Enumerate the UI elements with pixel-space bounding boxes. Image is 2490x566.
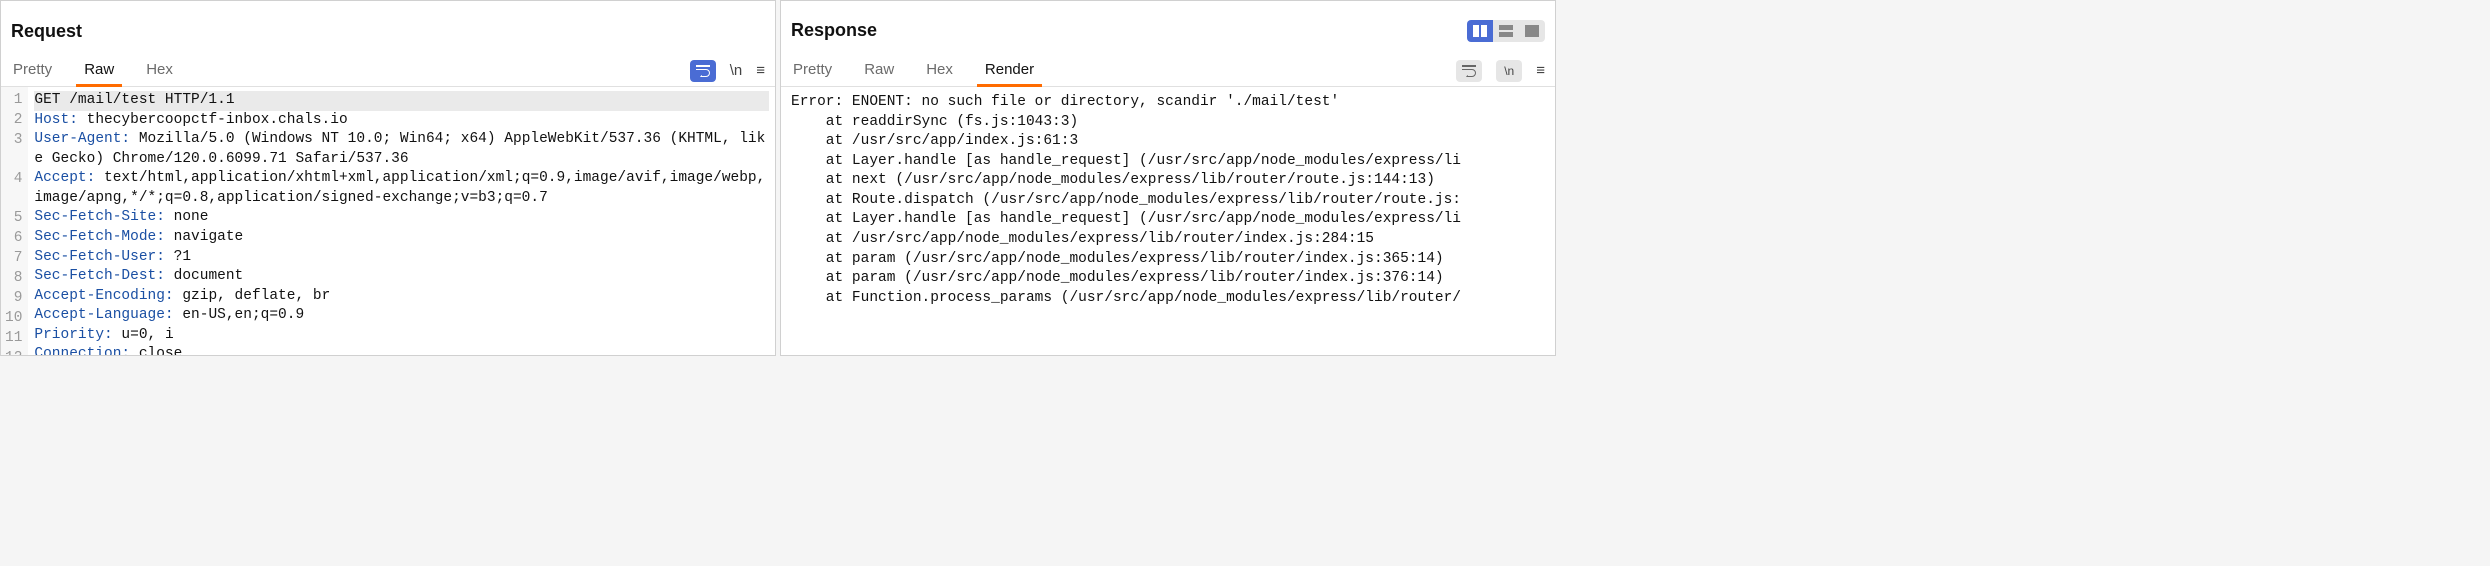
line-number: 9 xyxy=(5,289,22,309)
header-value: Mozilla/5.0 (Windows NT 10.0; Win64; x64… xyxy=(34,131,765,167)
layout-columns-button[interactable] xyxy=(1467,20,1493,42)
response-header: Response xyxy=(781,1,1555,55)
layout-rows-button[interactable] xyxy=(1493,20,1519,42)
request-pane: Request Pretty Raw Hex \n ≡ 123456789101… xyxy=(0,0,776,356)
newline-icon: \n xyxy=(1504,64,1514,78)
response-layout-controls xyxy=(1467,20,1545,42)
tab-raw[interactable]: Raw xyxy=(82,55,116,86)
request-menu-button[interactable]: ≡ xyxy=(756,62,765,79)
response-tab-list: Pretty Raw Hex Render xyxy=(791,55,1036,86)
tab-pretty[interactable]: Pretty xyxy=(11,55,54,86)
header-value: GET /mail/test HTTP/1.1 xyxy=(34,92,234,108)
request-tabs: Pretty Raw Hex \n ≡ xyxy=(1,55,775,87)
single-icon xyxy=(1525,25,1539,37)
header-key: Sec-Fetch-User: xyxy=(34,249,165,265)
line-number: 8 xyxy=(5,269,22,289)
header-key: Accept-Language: xyxy=(34,307,173,323)
code-line[interactable]: Sec-Fetch-Mode: navigate xyxy=(34,228,769,248)
response-title: Response xyxy=(791,20,877,41)
code-line[interactable]: Priority: u=0, i xyxy=(34,326,769,346)
tab-pretty-resp[interactable]: Pretty xyxy=(791,55,834,86)
code-line[interactable]: Sec-Fetch-User: ?1 xyxy=(34,248,769,268)
line-number: 7 xyxy=(5,249,22,269)
response-body[interactable]: Error: ENOENT: no such file or directory… xyxy=(781,87,1555,355)
tab-hex[interactable]: Hex xyxy=(144,55,175,86)
header-key: Sec-Fetch-Mode: xyxy=(34,229,165,245)
code-line[interactable]: User-Agent: Mozilla/5.0 (Windows NT 10.0… xyxy=(34,130,769,169)
header-key: Accept-Encoding: xyxy=(34,288,173,304)
response-newline-button[interactable]: \n xyxy=(1496,60,1522,82)
header-value: en-US,en;q=0.9 xyxy=(174,307,305,323)
columns-icon xyxy=(1473,25,1487,37)
line-number: 2 xyxy=(5,111,22,131)
line-number: 10 xyxy=(5,309,22,329)
line-number: 1 xyxy=(5,91,22,111)
code-line[interactable]: Sec-Fetch-Dest: document xyxy=(34,267,769,287)
request-title: Request xyxy=(11,21,82,42)
line-number: 6 xyxy=(5,229,22,249)
code-line[interactable]: Host: thecybercoopctf-inbox.chals.io xyxy=(34,111,769,131)
request-gutter: 12345678910111213 xyxy=(1,87,28,355)
tab-raw-resp[interactable]: Raw xyxy=(862,55,896,86)
code-line[interactable]: Connection: close xyxy=(34,345,769,355)
layout-single-button[interactable] xyxy=(1519,20,1545,42)
line-number: 11 xyxy=(5,329,22,349)
response-tabs: Pretty Raw Hex Render \n ≡ xyxy=(781,55,1555,87)
header-value: thecybercoopctf-inbox.chals.io xyxy=(78,112,348,128)
layout-toggle xyxy=(1467,20,1545,42)
code-line[interactable]: Accept-Language: en-US,en;q=0.9 xyxy=(34,306,769,326)
response-pane: Response Pretty Raw Hex xyxy=(780,0,1556,356)
header-value: gzip, deflate, br xyxy=(174,288,331,304)
wrap-icon xyxy=(1462,65,1476,77)
header-value: navigate xyxy=(165,229,243,245)
wrap-icon xyxy=(696,65,710,77)
line-number: 12 xyxy=(5,349,22,355)
request-code[interactable]: GET /mail/test HTTP/1.1 Host: thecybercoo… xyxy=(28,87,775,355)
line-number: 5 xyxy=(5,209,22,229)
request-header: Request xyxy=(1,1,775,55)
header-value: none xyxy=(165,209,209,225)
response-menu-button[interactable]: ≡ xyxy=(1536,62,1545,79)
header-key: Connection: xyxy=(34,346,130,355)
header-value: ?1 xyxy=(165,249,191,265)
tab-hex-resp[interactable]: Hex xyxy=(924,55,955,86)
wrap-lines-button[interactable] xyxy=(690,60,716,82)
line-number: 4 xyxy=(5,170,22,209)
header-key: User-Agent: xyxy=(34,131,130,147)
code-line[interactable]: GET /mail/test HTTP/1.1 xyxy=(34,91,769,111)
newline-toggle[interactable]: \n xyxy=(730,62,743,79)
response-tab-actions: \n ≡ xyxy=(1456,60,1545,82)
header-key: Priority: xyxy=(34,327,112,343)
header-value: u=0, i xyxy=(113,327,174,343)
header-key: Host: xyxy=(34,112,78,128)
header-value: close xyxy=(130,346,182,355)
request-tab-list: Pretty Raw Hex xyxy=(11,55,175,86)
header-value: text/html,application/xhtml+xml,applicat… xyxy=(34,170,765,206)
request-editor[interactable]: 12345678910111213 GET /mail/test HTTP/1.… xyxy=(1,87,775,355)
header-key: Sec-Fetch-Site: xyxy=(34,209,165,225)
rows-icon xyxy=(1499,25,1513,37)
code-line[interactable]: Accept: text/html,application/xhtml+xml,… xyxy=(34,169,769,208)
code-line[interactable]: Accept-Encoding: gzip, deflate, br xyxy=(34,287,769,307)
line-number: 3 xyxy=(5,131,22,170)
header-key: Sec-Fetch-Dest: xyxy=(34,268,165,284)
code-line[interactable]: Sec-Fetch-Site: none xyxy=(34,208,769,228)
header-key: Accept: xyxy=(34,170,95,186)
request-tab-actions: \n ≡ xyxy=(690,60,765,82)
header-value: document xyxy=(165,268,243,284)
response-wrap-button[interactable] xyxy=(1456,60,1482,82)
tab-render-resp[interactable]: Render xyxy=(983,55,1036,86)
